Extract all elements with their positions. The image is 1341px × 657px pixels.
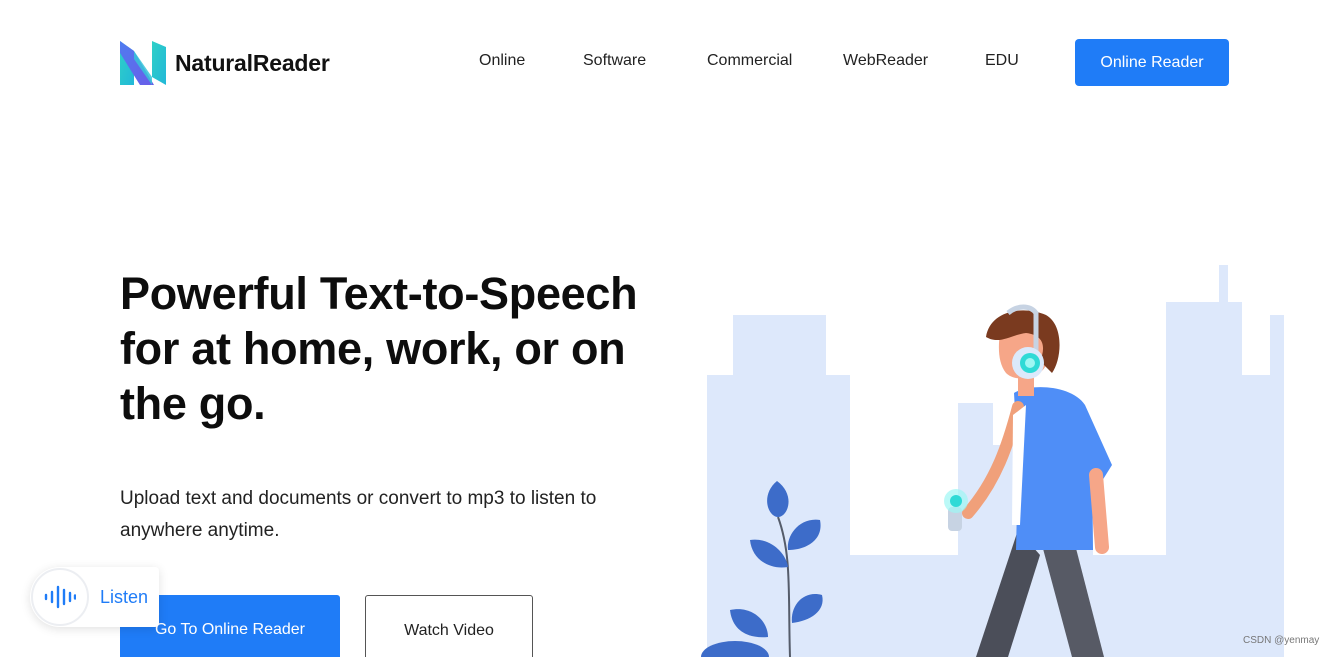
listen-label: Listen (100, 586, 149, 607)
person-with-headphones-illustration (701, 265, 1284, 657)
brand-name: NaturalReader (175, 49, 330, 76)
brand-logo[interactable]: NaturalReader (120, 41, 330, 85)
hero-title: Powerful Text-to-Speech for at home, wor… (120, 268, 638, 429)
watch-video-button[interactable]: Watch Video (365, 595, 533, 657)
nav-item-edu[interactable]: EDU (985, 52, 1019, 70)
nav-item-commercial[interactable]: Commercial (707, 52, 792, 70)
online-reader-button[interactable]: Online Reader (1075, 39, 1229, 86)
audio-wave-icon (31, 568, 89, 626)
naturalreader-logo-icon (120, 41, 166, 85)
nav-item-online[interactable]: Online (479, 52, 525, 70)
listen-widget[interactable]: Listen (30, 567, 159, 627)
nav-item-webreader[interactable]: WebReader (843, 52, 928, 70)
site-header: NaturalReader Online Software Commercial… (0, 0, 1341, 125)
nav-item-software[interactable]: Software (583, 52, 646, 70)
hero-subtitle: Upload text and documents or convert to … (120, 488, 597, 541)
watermark-text: CSDN @yenmay (1243, 635, 1320, 646)
